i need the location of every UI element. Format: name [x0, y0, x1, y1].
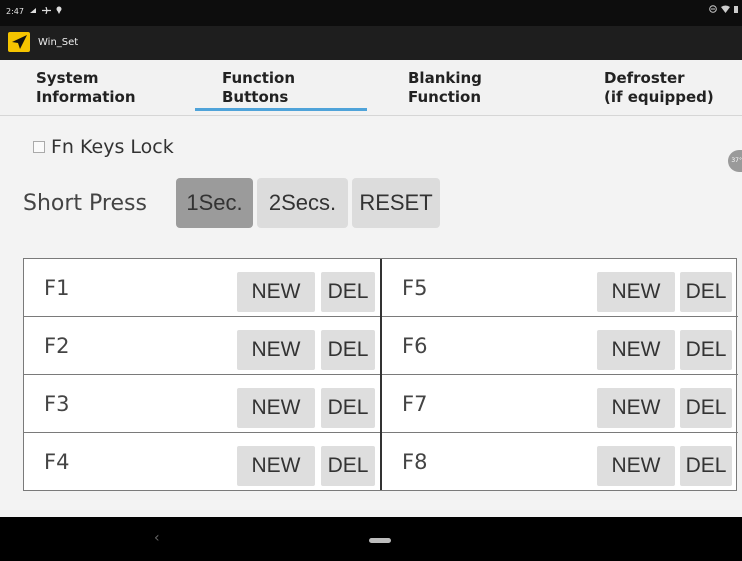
status-time: 2:47: [6, 6, 24, 16]
short-press-label: Short Press: [23, 191, 147, 216]
function-key-row-f6: F6 NEW DEL: [382, 317, 738, 375]
function-key-label: F3: [44, 392, 70, 416]
function-key-label: F5: [402, 276, 428, 300]
f7-del-button[interactable]: DEL: [680, 388, 732, 428]
tab-label-line2: (if equipped): [604, 88, 714, 106]
f6-del-button[interactable]: DEL: [680, 330, 732, 370]
navigation-arrow-icon: [8, 32, 30, 52]
home-pill-icon[interactable]: [369, 538, 391, 543]
app-title: Win_Set: [38, 37, 79, 48]
fn-keys-lock-checkbox[interactable]: [33, 141, 45, 153]
tab-defroster[interactable]: Defroster (if equipped): [556, 60, 741, 115]
f2-new-button[interactable]: NEW: [237, 330, 315, 370]
function-buttons-panel: Fn Keys Lock 37° Short Press 1Sec. 2Secs…: [0, 116, 742, 516]
function-key-label: F1: [44, 276, 70, 300]
location-icon: [56, 6, 62, 16]
active-tab-indicator: [195, 108, 367, 111]
fn-keys-lock-label: Fn Keys Lock: [51, 136, 174, 158]
function-key-label: F6: [402, 334, 428, 358]
minus-circle-icon: [709, 5, 717, 16]
f1-new-button[interactable]: NEW: [237, 272, 315, 312]
status-bar: 2:47: [0, 0, 742, 26]
short-press-reset-button[interactable]: RESET: [352, 178, 440, 228]
f5-del-button[interactable]: DEL: [680, 272, 732, 312]
function-key-row-f1: F1 NEW DEL: [24, 259, 380, 317]
short-press-2secs-button[interactable]: 2Secs.: [257, 178, 348, 228]
function-key-row-f4: F4 NEW DEL: [24, 433, 380, 491]
f8-new-button[interactable]: NEW: [597, 446, 675, 486]
f7-new-button[interactable]: NEW: [597, 388, 675, 428]
navigation-bar: ‹: [0, 517, 742, 561]
function-key-row-f8: F8 NEW DEL: [382, 433, 738, 491]
airplane-icon: [41, 6, 51, 16]
tab-label-line2: Function: [408, 88, 482, 106]
tab-function-buttons[interactable]: Function Buttons: [186, 60, 371, 115]
tab-label-line1: Blanking: [408, 69, 482, 87]
f4-del-button[interactable]: DEL: [321, 446, 375, 486]
fn-keys-lock-toggle[interactable]: Fn Keys Lock: [33, 136, 174, 158]
f6-new-button[interactable]: NEW: [597, 330, 675, 370]
back-chevron-icon[interactable]: ‹: [154, 530, 160, 546]
f8-del-button[interactable]: DEL: [680, 446, 732, 486]
f4-new-button[interactable]: NEW: [237, 446, 315, 486]
f5-new-button[interactable]: NEW: [597, 272, 675, 312]
battery-icon: [734, 5, 738, 16]
function-key-row-f7: F7 NEW DEL: [382, 375, 738, 433]
tab-label-line1: Defroster: [604, 69, 685, 87]
f3-del-button[interactable]: DEL: [321, 388, 375, 428]
tab-label-line2: Buttons: [222, 88, 289, 106]
f1-del-button[interactable]: DEL: [321, 272, 375, 312]
floating-bubble-text: 37°: [731, 157, 742, 164]
wifi-icon: [721, 5, 730, 16]
tab-blanking-function[interactable]: Blanking Function: [372, 60, 557, 115]
function-key-row-f2: F2 NEW DEL: [24, 317, 380, 375]
function-key-label: F4: [44, 450, 70, 474]
app-title-bar: Win_Set: [0, 26, 742, 60]
tab-bar: System Information Function Buttons Blan…: [0, 60, 742, 116]
function-key-grid: F1 NEW DEL F2 NEW DEL F3 NEW DEL F4 NEW …: [23, 258, 738, 491]
f3-new-button[interactable]: NEW: [237, 388, 315, 428]
function-key-label: F8: [402, 450, 428, 474]
function-key-row-f3: F3 NEW DEL: [24, 375, 380, 433]
tab-label-line1: Function: [222, 69, 296, 87]
floating-bubble[interactable]: 37°: [728, 150, 742, 172]
function-key-label: F2: [44, 334, 70, 358]
short-press-1sec-button[interactable]: 1Sec.: [176, 178, 253, 228]
function-key-label: F7: [402, 392, 428, 416]
function-key-row-f5: F5 NEW DEL: [382, 259, 738, 317]
signal-icon: [29, 7, 37, 16]
f2-del-button[interactable]: DEL: [321, 330, 375, 370]
